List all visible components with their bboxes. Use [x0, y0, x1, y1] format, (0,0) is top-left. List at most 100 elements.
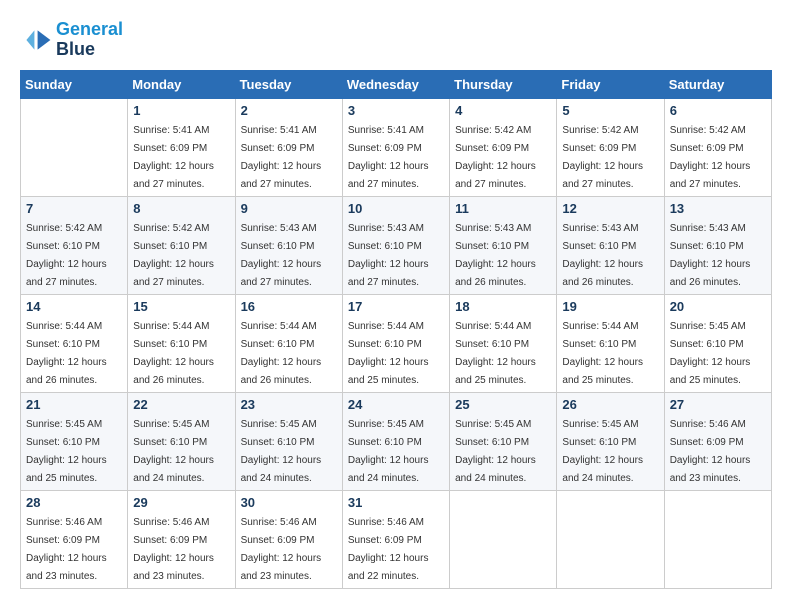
- logo: General Blue: [20, 20, 123, 60]
- day-info: Sunrise: 5:46 AMSunset: 6:09 PMDaylight:…: [670, 419, 751, 484]
- weekday-header: Saturday: [664, 70, 771, 98]
- day-info: Sunrise: 5:44 AMSunset: 6:10 PMDaylight:…: [133, 321, 214, 386]
- day-number: 3: [348, 103, 444, 118]
- day-info: Sunrise: 5:46 AMSunset: 6:09 PMDaylight:…: [241, 517, 322, 582]
- calendar-cell: 9 Sunrise: 5:43 AMSunset: 6:10 PMDayligh…: [235, 196, 342, 294]
- day-info: Sunrise: 5:43 AMSunset: 6:10 PMDaylight:…: [241, 223, 322, 288]
- day-info: Sunrise: 5:46 AMSunset: 6:09 PMDaylight:…: [26, 517, 107, 582]
- day-info: Sunrise: 5:45 AMSunset: 6:10 PMDaylight:…: [241, 419, 322, 484]
- calendar-cell: 6 Sunrise: 5:42 AMSunset: 6:09 PMDayligh…: [664, 98, 771, 196]
- day-number: 27: [670, 397, 766, 412]
- day-info: Sunrise: 5:43 AMSunset: 6:10 PMDaylight:…: [670, 223, 751, 288]
- day-info: Sunrise: 5:44 AMSunset: 6:10 PMDaylight:…: [455, 321, 536, 386]
- calendar-cell: 29 Sunrise: 5:46 AMSunset: 6:09 PMDaylig…: [128, 490, 235, 588]
- day-info: Sunrise: 5:45 AMSunset: 6:10 PMDaylight:…: [133, 419, 214, 484]
- day-info: Sunrise: 5:45 AMSunset: 6:10 PMDaylight:…: [670, 321, 751, 386]
- day-number: 20: [670, 299, 766, 314]
- day-number: 10: [348, 201, 444, 216]
- calendar-cell: [664, 490, 771, 588]
- day-number: 2: [241, 103, 337, 118]
- day-number: 7: [26, 201, 122, 216]
- day-info: Sunrise: 5:45 AMSunset: 6:10 PMDaylight:…: [26, 419, 107, 484]
- day-info: Sunrise: 5:44 AMSunset: 6:10 PMDaylight:…: [241, 321, 322, 386]
- calendar-cell: 10 Sunrise: 5:43 AMSunset: 6:10 PMDaylig…: [342, 196, 449, 294]
- day-number: 18: [455, 299, 551, 314]
- calendar-cell: 4 Sunrise: 5:42 AMSunset: 6:09 PMDayligh…: [450, 98, 557, 196]
- day-number: 28: [26, 495, 122, 510]
- day-number: 24: [348, 397, 444, 412]
- day-info: Sunrise: 5:44 AMSunset: 6:10 PMDaylight:…: [562, 321, 643, 386]
- calendar-cell: 17 Sunrise: 5:44 AMSunset: 6:10 PMDaylig…: [342, 294, 449, 392]
- day-number: 9: [241, 201, 337, 216]
- calendar-cell: 14 Sunrise: 5:44 AMSunset: 6:10 PMDaylig…: [21, 294, 128, 392]
- day-info: Sunrise: 5:43 AMSunset: 6:10 PMDaylight:…: [455, 223, 536, 288]
- calendar-cell: 18 Sunrise: 5:44 AMSunset: 6:10 PMDaylig…: [450, 294, 557, 392]
- calendar-cell: 3 Sunrise: 5:41 AMSunset: 6:09 PMDayligh…: [342, 98, 449, 196]
- calendar-cell: 25 Sunrise: 5:45 AMSunset: 6:10 PMDaylig…: [450, 392, 557, 490]
- weekday-header: Wednesday: [342, 70, 449, 98]
- day-number: 5: [562, 103, 658, 118]
- weekday-header: Thursday: [450, 70, 557, 98]
- day-info: Sunrise: 5:42 AMSunset: 6:09 PMDaylight:…: [670, 125, 751, 190]
- calendar-cell: 15 Sunrise: 5:44 AMSunset: 6:10 PMDaylig…: [128, 294, 235, 392]
- calendar-cell: 22 Sunrise: 5:45 AMSunset: 6:10 PMDaylig…: [128, 392, 235, 490]
- day-number: 31: [348, 495, 444, 510]
- day-info: Sunrise: 5:44 AMSunset: 6:10 PMDaylight:…: [348, 321, 429, 386]
- day-number: 15: [133, 299, 229, 314]
- calendar-table: SundayMondayTuesdayWednesdayThursdayFrid…: [20, 70, 772, 589]
- day-info: Sunrise: 5:42 AMSunset: 6:09 PMDaylight:…: [455, 125, 536, 190]
- calendar-cell: 7 Sunrise: 5:42 AMSunset: 6:10 PMDayligh…: [21, 196, 128, 294]
- calendar-cell: [557, 490, 664, 588]
- weekday-header: Monday: [128, 70, 235, 98]
- calendar-cell: 19 Sunrise: 5:44 AMSunset: 6:10 PMDaylig…: [557, 294, 664, 392]
- day-info: Sunrise: 5:45 AMSunset: 6:10 PMDaylight:…: [348, 419, 429, 484]
- calendar-cell: 28 Sunrise: 5:46 AMSunset: 6:09 PMDaylig…: [21, 490, 128, 588]
- day-number: 14: [26, 299, 122, 314]
- day-number: 13: [670, 201, 766, 216]
- calendar-cell: 12 Sunrise: 5:43 AMSunset: 6:10 PMDaylig…: [557, 196, 664, 294]
- calendar-cell: 13 Sunrise: 5:43 AMSunset: 6:10 PMDaylig…: [664, 196, 771, 294]
- day-info: Sunrise: 5:44 AMSunset: 6:10 PMDaylight:…: [26, 321, 107, 386]
- day-number: 30: [241, 495, 337, 510]
- calendar-cell: 5 Sunrise: 5:42 AMSunset: 6:09 PMDayligh…: [557, 98, 664, 196]
- day-number: 12: [562, 201, 658, 216]
- calendar-cell: 26 Sunrise: 5:45 AMSunset: 6:10 PMDaylig…: [557, 392, 664, 490]
- weekday-header: Friday: [557, 70, 664, 98]
- day-info: Sunrise: 5:46 AMSunset: 6:09 PMDaylight:…: [348, 517, 429, 582]
- weekday-header: Sunday: [21, 70, 128, 98]
- day-number: 17: [348, 299, 444, 314]
- day-number: 8: [133, 201, 229, 216]
- calendar-cell: 11 Sunrise: 5:43 AMSunset: 6:10 PMDaylig…: [450, 196, 557, 294]
- logo-text: General Blue: [56, 20, 123, 60]
- day-info: Sunrise: 5:43 AMSunset: 6:10 PMDaylight:…: [562, 223, 643, 288]
- calendar-cell: 2 Sunrise: 5:41 AMSunset: 6:09 PMDayligh…: [235, 98, 342, 196]
- day-number: 19: [562, 299, 658, 314]
- day-info: Sunrise: 5:41 AMSunset: 6:09 PMDaylight:…: [133, 125, 214, 190]
- day-number: 26: [562, 397, 658, 412]
- calendar-cell: 8 Sunrise: 5:42 AMSunset: 6:10 PMDayligh…: [128, 196, 235, 294]
- day-info: Sunrise: 5:41 AMSunset: 6:09 PMDaylight:…: [241, 125, 322, 190]
- day-number: 25: [455, 397, 551, 412]
- day-number: 16: [241, 299, 337, 314]
- calendar-cell: 1 Sunrise: 5:41 AMSunset: 6:09 PMDayligh…: [128, 98, 235, 196]
- day-number: 21: [26, 397, 122, 412]
- day-info: Sunrise: 5:43 AMSunset: 6:10 PMDaylight:…: [348, 223, 429, 288]
- calendar-cell: 31 Sunrise: 5:46 AMSunset: 6:09 PMDaylig…: [342, 490, 449, 588]
- day-info: Sunrise: 5:46 AMSunset: 6:09 PMDaylight:…: [133, 517, 214, 582]
- logo-icon: [20, 24, 52, 56]
- calendar-cell: 30 Sunrise: 5:46 AMSunset: 6:09 PMDaylig…: [235, 490, 342, 588]
- weekday-header: Tuesday: [235, 70, 342, 98]
- day-number: 29: [133, 495, 229, 510]
- calendar-cell: 23 Sunrise: 5:45 AMSunset: 6:10 PMDaylig…: [235, 392, 342, 490]
- calendar-cell: 16 Sunrise: 5:44 AMSunset: 6:10 PMDaylig…: [235, 294, 342, 392]
- calendar-header: SundayMondayTuesdayWednesdayThursdayFrid…: [21, 70, 772, 98]
- day-number: 22: [133, 397, 229, 412]
- day-info: Sunrise: 5:45 AMSunset: 6:10 PMDaylight:…: [455, 419, 536, 484]
- day-number: 23: [241, 397, 337, 412]
- day-number: 1: [133, 103, 229, 118]
- calendar-cell: 20 Sunrise: 5:45 AMSunset: 6:10 PMDaylig…: [664, 294, 771, 392]
- day-info: Sunrise: 5:42 AMSunset: 6:10 PMDaylight:…: [133, 223, 214, 288]
- calendar-cell: 24 Sunrise: 5:45 AMSunset: 6:10 PMDaylig…: [342, 392, 449, 490]
- calendar-cell: 21 Sunrise: 5:45 AMSunset: 6:10 PMDaylig…: [21, 392, 128, 490]
- day-info: Sunrise: 5:42 AMSunset: 6:09 PMDaylight:…: [562, 125, 643, 190]
